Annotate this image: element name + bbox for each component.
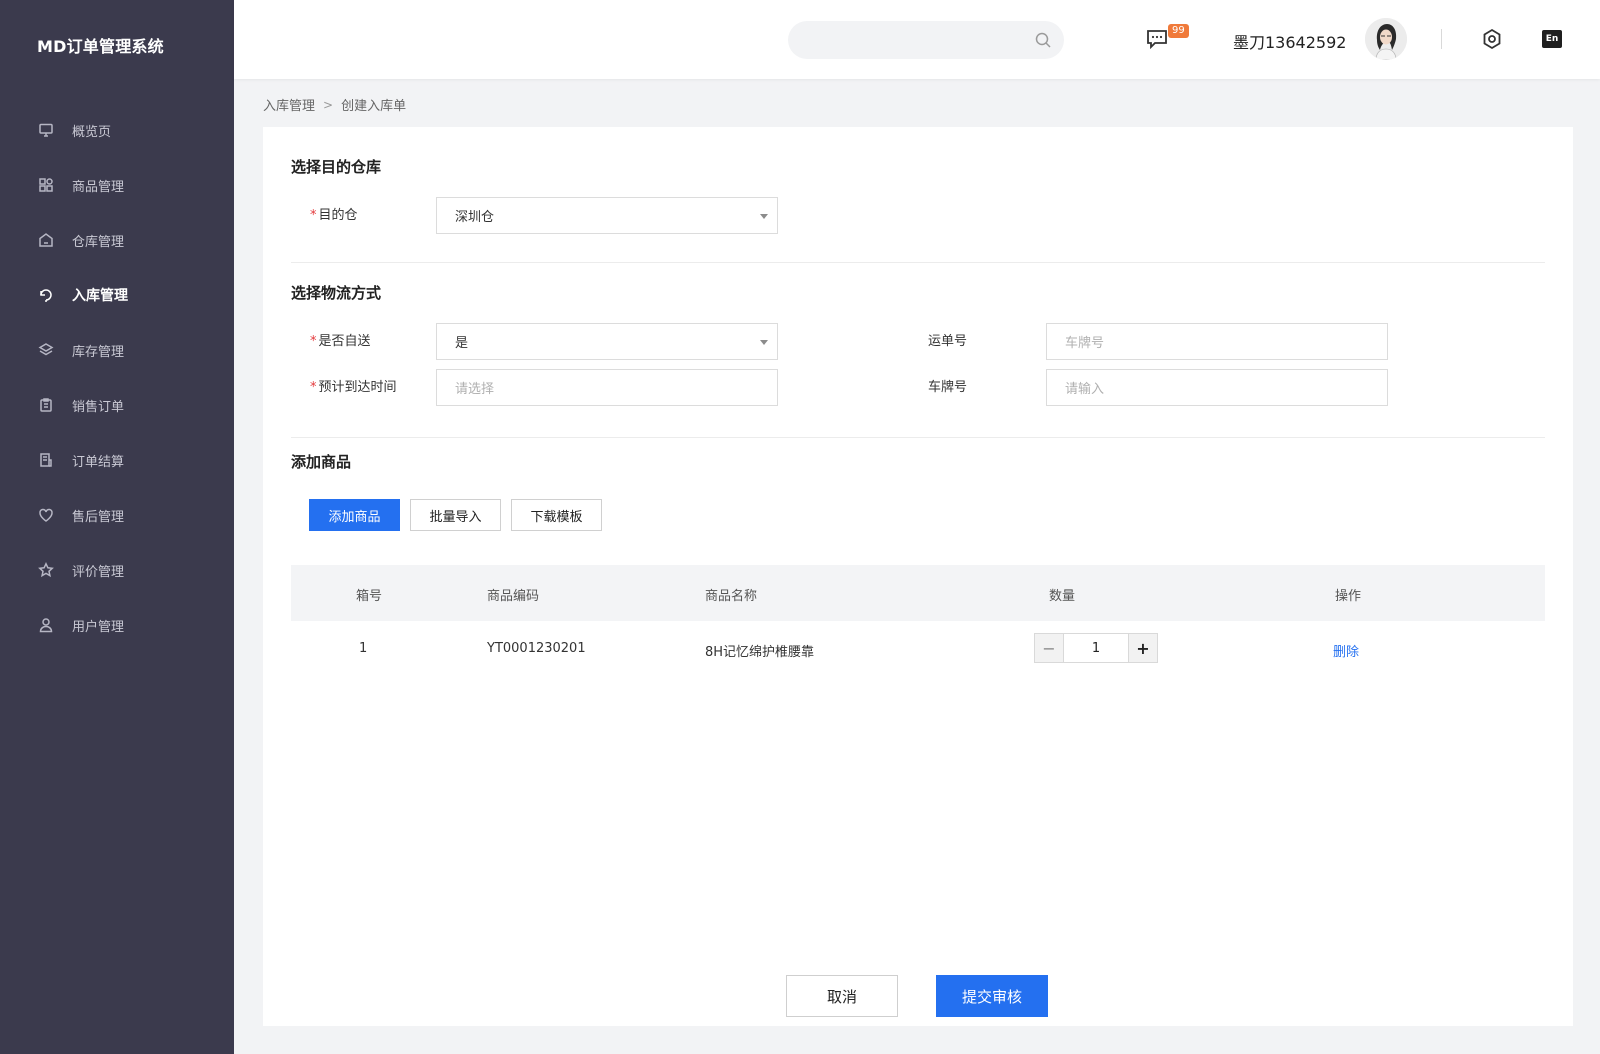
sidebar-item-users[interactable]: 用户管理 <box>0 605 234 645</box>
breadcrumb-current: 创建入库单 <box>341 99 407 114</box>
section-title-goods: 添加商品 <box>291 453 352 471</box>
star-icon <box>37 561 55 579</box>
eta-label-text: 预计到达时间 <box>318 380 397 395</box>
monitor-icon <box>37 121 55 139</box>
sidebar-item-label: 销售订单 <box>72 399 125 415</box>
search-input[interactable] <box>804 21 1024 59</box>
sidebar-item-label: 仓库管理 <box>72 234 125 250</box>
goods-table-header: 箱号 商品编码 商品名称 数量 操作 <box>291 565 1545 621</box>
sidebar-item-label: 入库管理 <box>72 288 128 304</box>
submit-review-button[interactable]: 提交审核 <box>936 975 1048 1017</box>
decrement-button[interactable]: − <box>1035 634 1063 662</box>
header-divider <box>1441 29 1442 49</box>
self-delivery-value: 是 <box>455 336 469 351</box>
waybill-label: 运单号 <box>928 334 968 349</box>
sidebar-item-label: 评价管理 <box>72 564 125 580</box>
required-mark: * <box>310 380 317 395</box>
grid-icon <box>37 176 55 194</box>
sidebar-item-label: 商品管理 <box>72 179 125 195</box>
dest-warehouse-label-text: 目的仓 <box>318 208 358 223</box>
dest-warehouse-select[interactable]: 深圳仓 <box>436 197 778 234</box>
section-divider <box>291 262 1545 263</box>
column-header-qty: 数量 <box>1049 589 1076 604</box>
plate-placeholder: 请输入 <box>1065 382 1105 397</box>
cancel-button[interactable]: 取消 <box>786 975 898 1017</box>
add-goods-button[interactable]: 添加商品 <box>309 499 400 531</box>
sidebar-item-label: 概览页 <box>72 124 112 140</box>
sidebar-item-overview[interactable]: 概览页 <box>0 110 234 150</box>
sidebar-item-label: 库存管理 <box>72 344 125 360</box>
plate-label: 车牌号 <box>928 380 968 395</box>
sidebar-item-products[interactable]: 商品管理 <box>0 165 234 205</box>
sidebar-item-reviews[interactable]: 评价管理 <box>0 550 234 590</box>
warehouse-icon <box>37 231 55 249</box>
column-header-action: 操作 <box>1335 589 1362 604</box>
receipt-icon <box>37 451 55 469</box>
increment-button[interactable]: + <box>1129 634 1157 662</box>
cell-code: YT0001230201 <box>487 641 586 656</box>
required-mark: * <box>310 334 317 349</box>
clipboard-icon <box>37 396 55 414</box>
chevron-down-icon <box>760 214 768 219</box>
sidebar-item-warehouse[interactable]: 仓库管理 <box>0 220 234 260</box>
eta-label: * 预计到达时间 <box>310 376 397 395</box>
section-title-warehouse: 选择目的仓库 <box>291 158 382 176</box>
self-delivery-select[interactable]: 是 <box>436 323 778 360</box>
message-badge: 99 <box>1168 24 1189 38</box>
breadcrumb-separator: > <box>323 97 334 112</box>
chevron-down-icon <box>760 340 768 345</box>
message-icon[interactable] <box>1146 29 1168 50</box>
section-title-logistics: 选择物流方式 <box>291 284 382 302</box>
cell-name: 8H记忆绵护椎腰靠 <box>705 645 815 660</box>
language-toggle[interactable]: En <box>1542 30 1562 48</box>
self-delivery-label-text: 是否自送 <box>318 334 371 349</box>
column-header-box: 箱号 <box>356 589 383 604</box>
section-divider <box>291 437 1545 438</box>
sidebar-item-label: 售后管理 <box>72 509 125 525</box>
breadcrumb: 入库管理 > 创建入库单 <box>263 95 407 115</box>
waybill-input[interactable]: 车牌号 <box>1046 323 1388 360</box>
settings-gear-icon[interactable] <box>1481 28 1503 50</box>
sidebar-item-inbound[interactable]: 入库管理 <box>0 275 234 315</box>
quantity-stepper: − 1 + <box>1034 633 1158 663</box>
form-card: 选择目的仓库 * 目的仓 深圳仓 选择物流方式 * 是否自送 是 * 预计到达时间 请… <box>263 127 1573 1026</box>
table-row: 1 YT0001230201 8H记忆绵护椎腰靠 − 1 + 删除 <box>291 621 1545 677</box>
required-mark: * <box>310 208 317 223</box>
app-logo: MD订单管理系统 <box>37 37 164 56</box>
quantity-value[interactable]: 1 <box>1063 634 1129 662</box>
eta-field[interactable]: 请选择 <box>436 369 778 406</box>
layers-icon <box>37 341 55 359</box>
heart-icon <box>37 506 55 524</box>
search-box[interactable] <box>788 21 1064 59</box>
sidebar-item-aftersales[interactable]: 售后管理 <box>0 495 234 535</box>
avatar[interactable] <box>1365 18 1407 60</box>
column-header-code: 商品编码 <box>487 589 540 604</box>
breadcrumb-parent[interactable]: 入库管理 <box>263 95 315 114</box>
username[interactable]: 墨刀13642592 <box>1233 29 1346 53</box>
eta-placeholder: 请选择 <box>455 382 495 397</box>
dest-warehouse-value: 深圳仓 <box>455 210 495 225</box>
sidebar: MD订单管理系统 概览页 商品管理 仓库管理 入库管理 库存管理 销售订单 订单… <box>0 0 234 1054</box>
search-icon[interactable] <box>1034 31 1052 49</box>
plate-input[interactable]: 请输入 <box>1046 369 1388 406</box>
dest-warehouse-label: * 目的仓 <box>310 204 358 223</box>
self-delivery-label: * 是否自送 <box>310 330 371 349</box>
sidebar-item-label: 用户管理 <box>72 619 125 635</box>
delete-link[interactable]: 删除 <box>1333 641 1359 660</box>
batch-import-button[interactable]: 批量导入 <box>410 499 501 531</box>
column-header-name: 商品名称 <box>705 589 758 604</box>
top-header: 99 墨刀13642592 En <box>234 0 1600 79</box>
cell-box: 1 <box>359 641 368 656</box>
download-template-button[interactable]: 下载模板 <box>511 499 602 531</box>
waybill-placeholder: 车牌号 <box>1065 336 1105 351</box>
sidebar-item-label: 订单结算 <box>72 454 125 470</box>
inbound-icon <box>37 286 55 304</box>
sidebar-item-settlement[interactable]: 订单结算 <box>0 440 234 480</box>
user-icon <box>37 616 55 634</box>
sidebar-item-sales[interactable]: 销售订单 <box>0 385 234 425</box>
sidebar-item-inventory[interactable]: 库存管理 <box>0 330 234 370</box>
